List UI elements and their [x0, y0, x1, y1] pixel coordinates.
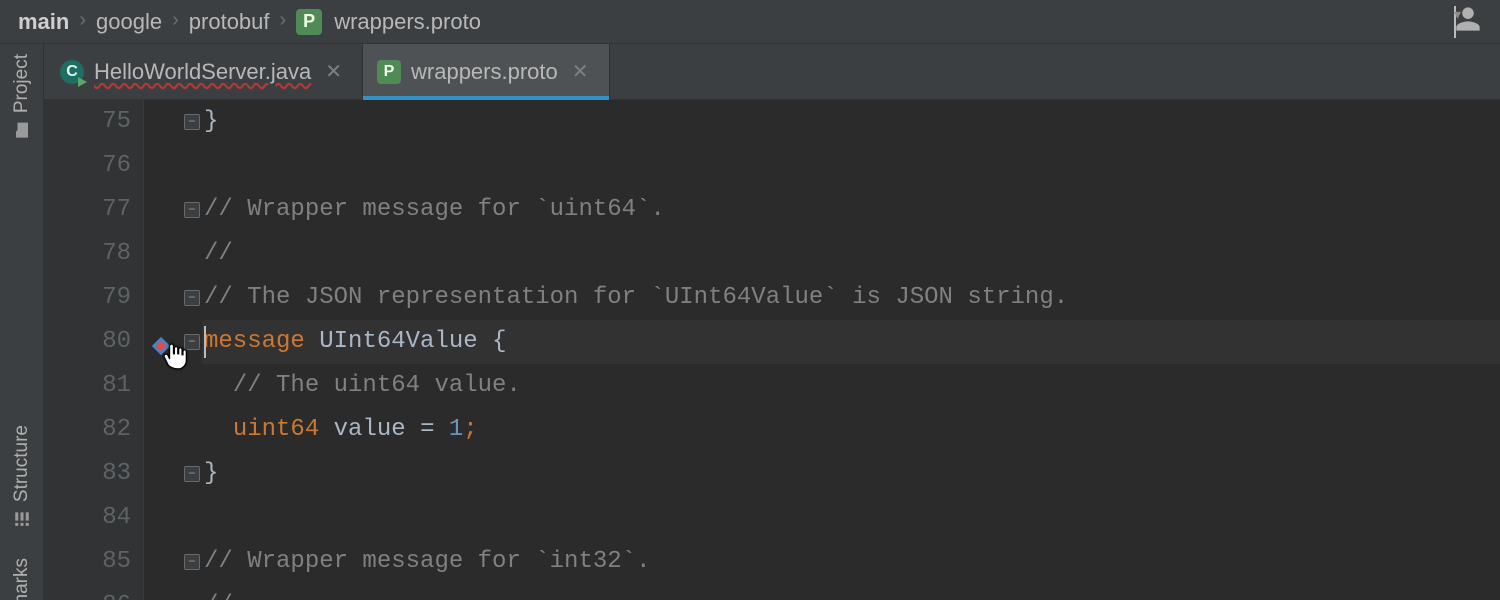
code-line[interactable]: //: [202, 584, 1500, 600]
line-number[interactable]: 81: [44, 364, 131, 408]
code-line[interactable]: uint64 value = 1;: [202, 408, 1500, 452]
tool-label: marks: [11, 558, 33, 600]
tab-label: HelloWorldServer.java: [94, 59, 311, 85]
tool-structure[interactable]: Structure: [11, 425, 33, 528]
line-number[interactable]: 80: [44, 320, 131, 364]
breadcrumb-bar: main google protobuf P wrappers.proto ▾: [0, 0, 1500, 44]
chevron-down-icon: ▾: [1454, 6, 1456, 38]
line-number-gutter[interactable]: 757677787980818283848586: [44, 100, 144, 600]
line-number[interactable]: 82: [44, 408, 131, 452]
chevron-right-icon: [280, 9, 287, 32]
close-icon[interactable]: ✕: [568, 57, 593, 86]
folder-icon: [13, 121, 31, 139]
code-line[interactable]: }: [202, 452, 1500, 496]
line-number[interactable]: 76: [44, 144, 131, 188]
code-line[interactable]: // Wrapper message for `int32`.: [202, 540, 1500, 584]
fold-toggle[interactable]: [184, 114, 200, 130]
tool-label: Project: [11, 54, 33, 113]
proto-file-icon: P: [296, 9, 322, 35]
line-number[interactable]: 77: [44, 188, 131, 232]
code-line[interactable]: //: [202, 232, 1500, 276]
code-line[interactable]: [202, 496, 1500, 540]
breadcrumb-item[interactable]: protobuf: [189, 9, 270, 35]
user-menu[interactable]: ▾: [1454, 5, 1482, 39]
fold-toggle[interactable]: [184, 334, 200, 350]
breadcrumb: main google protobuf P wrappers.proto: [18, 9, 481, 35]
run-indicator-icon: [78, 77, 87, 87]
tool-window-strip: Project Structure marks: [0, 44, 44, 600]
editor-tabs: C HelloWorldServer.java ✕ P wrappers.pro…: [44, 44, 1500, 100]
breadcrumb-item[interactable]: google: [96, 9, 162, 35]
line-number[interactable]: 84: [44, 496, 131, 540]
close-icon[interactable]: ✕: [321, 57, 346, 86]
line-number[interactable]: 85: [44, 540, 131, 584]
tab-helloworldserver[interactable]: C HelloWorldServer.java ✕: [46, 44, 363, 99]
tab-label: wrappers.proto: [411, 59, 558, 85]
line-number[interactable]: 75: [44, 100, 131, 144]
breadcrumb-file[interactable]: wrappers.proto: [334, 9, 481, 35]
fold-toggle[interactable]: [184, 202, 200, 218]
chevron-right-icon: [172, 9, 179, 32]
tool-bookmarks[interactable]: marks: [11, 558, 33, 600]
code-line[interactable]: [202, 144, 1500, 188]
tab-wrappers-proto[interactable]: P wrappers.proto ✕: [363, 44, 610, 99]
code-line[interactable]: // Wrapper message for `uint64`.: [202, 188, 1500, 232]
fold-toggle[interactable]: [184, 554, 200, 570]
tool-label: Structure: [11, 425, 33, 502]
line-number[interactable]: 83: [44, 452, 131, 496]
code-content[interactable]: }// Wrapper message for `uint64`.//// Th…: [202, 100, 1500, 600]
tool-project[interactable]: Project: [11, 54, 33, 139]
code-line[interactable]: // The uint64 value.: [202, 364, 1500, 408]
line-number[interactable]: 79: [44, 276, 131, 320]
breadcrumb-root[interactable]: main: [18, 9, 69, 35]
code-line[interactable]: // The JSON representation for `UInt64Va…: [202, 276, 1500, 320]
line-number[interactable]: 78: [44, 232, 131, 276]
text-caret: [204, 326, 206, 358]
fold-toggle[interactable]: [184, 290, 200, 306]
editor-area: C HelloWorldServer.java ✕ P wrappers.pro…: [44, 44, 1500, 600]
structure-icon: [13, 510, 31, 528]
gutter-proto-icon[interactable]: [150, 330, 172, 352]
code-editor[interactable]: 757677787980818283848586 } // Wrapper mes…: [44, 100, 1500, 600]
java-class-icon: C: [60, 60, 84, 84]
line-number[interactable]: 86: [44, 584, 131, 600]
chevron-right-icon: [79, 9, 86, 32]
fold-toggle[interactable]: [184, 466, 200, 482]
code-line[interactable]: message UInt64Value {: [202, 320, 1500, 364]
proto-file-icon: P: [377, 60, 401, 84]
code-line[interactable]: }: [202, 100, 1500, 144]
gutter-markers[interactable]: [144, 100, 202, 600]
